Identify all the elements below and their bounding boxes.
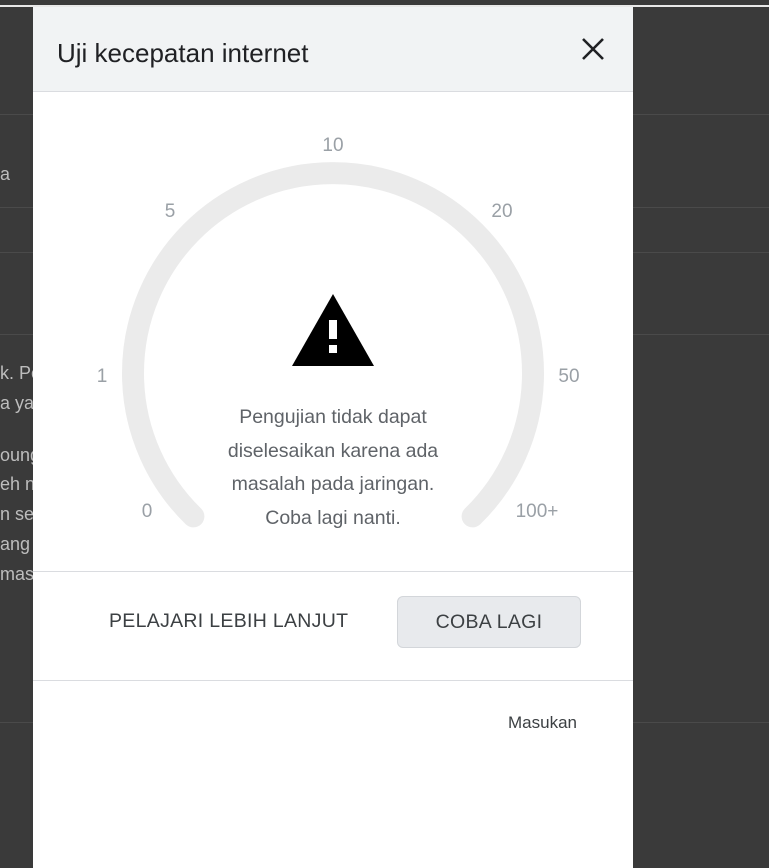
section-divider [33, 680, 633, 681]
background-text: oung [0, 445, 33, 465]
background-text: n se [0, 504, 33, 524]
background-text: eh n [0, 474, 33, 494]
error-message-line: diselesaikan karena ada [227, 439, 439, 462]
background-text: mas [0, 564, 33, 584]
gauge-label-50: 50 [558, 366, 580, 387]
learn-more-link[interactable]: PELAJARI LEBIH LANJUT [109, 610, 348, 633]
section-divider [33, 571, 633, 572]
background-text: a ya [0, 393, 33, 413]
retry-button[interactable]: COBA LAGI [397, 596, 581, 648]
gauge-label-10: 10 [322, 135, 344, 156]
speed-test-dialog: Uji kecepatan internet 0 1 5 10 20 50 10… [33, 7, 633, 868]
gauge-label-100-plus: 100+ [515, 501, 559, 522]
warning-icon [292, 294, 374, 366]
error-message-line: masalah pada jaringan. [231, 473, 435, 495]
gauge-label-0: 0 [141, 501, 153, 522]
background-text: k. Pe [0, 363, 33, 383]
background-text: a [0, 164, 11, 184]
error-message-line: Coba lagi nanti. [265, 506, 401, 529]
error-message: Pengujian tidak dapat diselesaikan karen… [183, 401, 483, 535]
gauge-label-1: 1 [96, 366, 108, 387]
gauge-label-20: 20 [491, 201, 513, 222]
background-text: ang [0, 534, 31, 554]
feedback-link[interactable]: Masukan [508, 713, 577, 733]
gauge-label-5: 5 [164, 201, 176, 222]
error-message-line: Pengujian tidak dapat [239, 406, 427, 428]
